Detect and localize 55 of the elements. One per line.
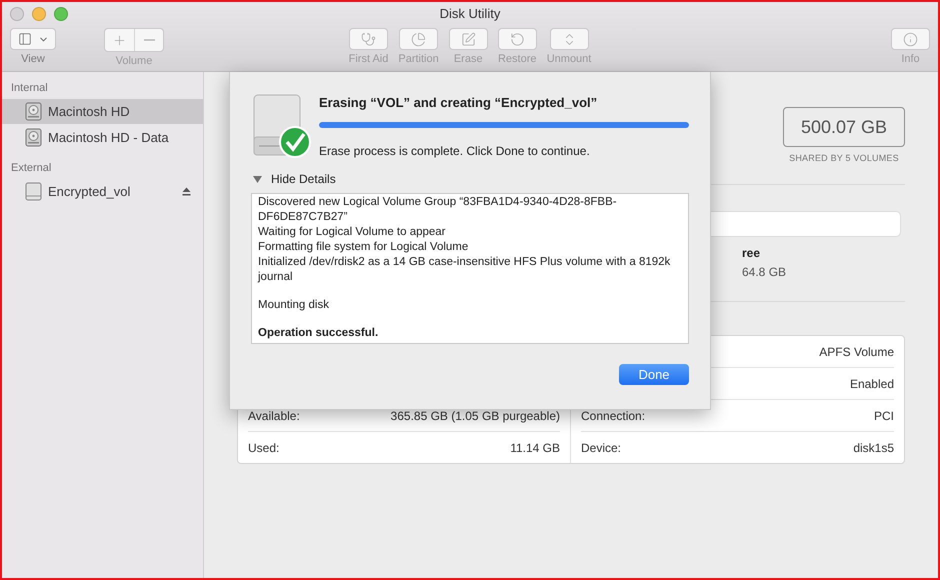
info-label: Available: xyxy=(248,408,300,422)
info-value: disk1s5 xyxy=(853,440,894,454)
stethoscope-icon xyxy=(360,32,376,46)
drive-icon xyxy=(25,182,42,201)
close-button[interactable] xyxy=(10,7,24,21)
view-button[interactable] xyxy=(10,28,56,50)
info-label: Connection: xyxy=(581,408,646,422)
pencil-square-icon xyxy=(460,32,476,46)
done-button[interactable]: Done xyxy=(619,364,689,385)
toolbar-label: Info xyxy=(901,53,920,65)
sidebar-heading: Internal xyxy=(10,81,49,96)
capacity-value: 500.07 GB xyxy=(783,107,905,147)
sidebar-panel-icon xyxy=(18,32,32,46)
info-label: Used: xyxy=(248,440,280,454)
zoom-button[interactable] xyxy=(54,7,68,21)
log-line: Operation successful. xyxy=(258,326,380,341)
window-title: Disk Utility xyxy=(440,6,500,20)
log-line: Mounting disk xyxy=(258,298,330,313)
log-line: Formatting file system for Logical Volume xyxy=(258,240,470,255)
hard-drive-icon xyxy=(25,128,42,147)
toolbar-label: First Aid xyxy=(348,53,388,65)
info-value: 11.14 GB xyxy=(510,440,560,454)
sidebar-item[interactable]: Macintosh HD xyxy=(2,99,203,124)
info-icon xyxy=(903,32,918,46)
status-message: Erase process is complete. Click Done to continue. xyxy=(319,144,591,158)
info-value: APFS Volume xyxy=(819,344,894,358)
info-value: 365.85 GB (1.05 GB purgeable) xyxy=(390,408,560,422)
minimize-button[interactable] xyxy=(32,7,46,21)
toolbar-label: View xyxy=(21,53,45,65)
toolbar-label: Unmount xyxy=(546,53,592,65)
legend-value: 64.8 GB xyxy=(742,265,788,279)
log-line: Waiting for Logical Volume to appear xyxy=(258,225,447,240)
details-toggle[interactable]: Hide Details xyxy=(271,172,336,186)
pie-chart-icon xyxy=(411,32,426,46)
sidebar-item[interactable]: Macintosh HD - Data xyxy=(2,125,203,150)
eject-icon[interactable] xyxy=(182,187,191,196)
toolbar-label: Erase xyxy=(454,53,483,65)
drive-check-icon xyxy=(251,92,311,160)
info-label: Device: xyxy=(581,440,622,454)
info-value: PCI xyxy=(874,408,894,422)
disclosure-triangle-icon[interactable] xyxy=(253,174,262,184)
sidebar-heading: External xyxy=(10,161,52,176)
log-line: Discovered new Logical Volume Group “83FBA1D4-9340-4D28-8FBB-DF6DE87C7B27” xyxy=(258,195,618,225)
rotate-arrow-icon xyxy=(510,32,525,46)
toolbar-label: Partition xyxy=(398,53,439,65)
hard-drive-icon xyxy=(25,102,42,121)
minus-icon xyxy=(144,39,154,41)
toolbar-label: Restore xyxy=(498,53,536,65)
toolbar-label: Volume xyxy=(116,55,152,67)
info-value: Enabled xyxy=(850,376,894,390)
sidebar-item[interactable]: Encrypted_vol xyxy=(2,179,203,204)
legend-label: ree xyxy=(742,246,762,260)
capacity-caption: SHARED BY 5 VOLUMES xyxy=(789,153,899,163)
log-line: Initialized /dev/rdisk2 as a 14 GB case-insensitive HFS Plus volume with a 8192k journal xyxy=(258,255,672,285)
sheet-title: Erasing “VOL” and creating “Encrypted_vol” xyxy=(319,95,598,110)
